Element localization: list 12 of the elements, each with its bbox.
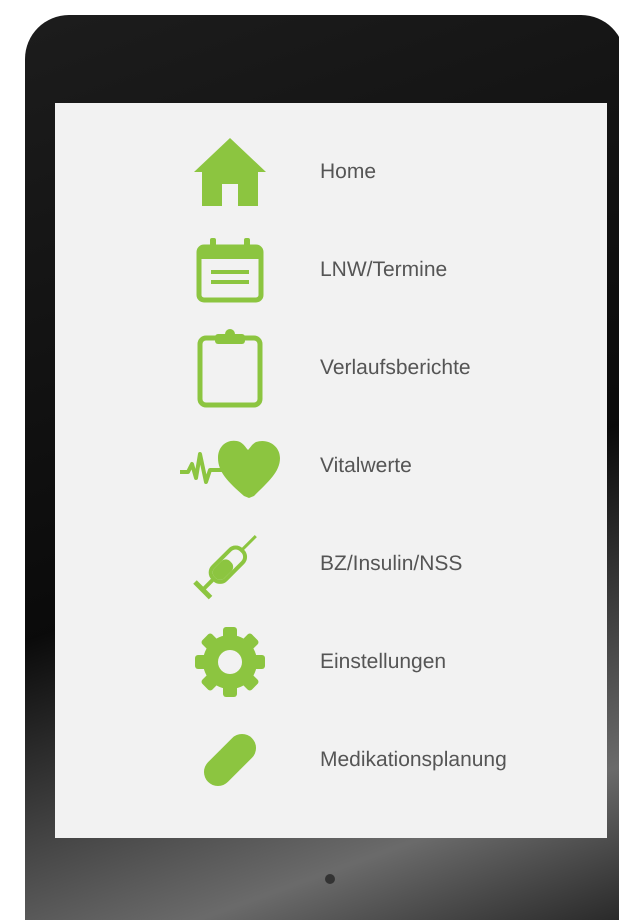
clipboard-icon[interactable] <box>197 328 263 408</box>
settings-icon[interactable] <box>195 627 265 697</box>
home-button[interactable] <box>325 874 335 884</box>
house-icon[interactable] <box>192 136 268 208</box>
menu-item[interactable]: Vitalwerte <box>320 454 412 478</box>
menu-item[interactable]: Medikationsplanung <box>320 748 507 772</box>
menu-item[interactable]: Verlaufsberichte <box>320 356 471 380</box>
menu-item[interactable]: Einstellungen <box>320 650 446 674</box>
menu-item[interactable]: LNW/Termine <box>320 258 448 282</box>
menu-item[interactable]: BZ/Insulin/NSS <box>320 552 462 576</box>
calendar-icon[interactable] <box>196 237 264 303</box>
menu-item[interactable]: Home <box>320 160 376 184</box>
